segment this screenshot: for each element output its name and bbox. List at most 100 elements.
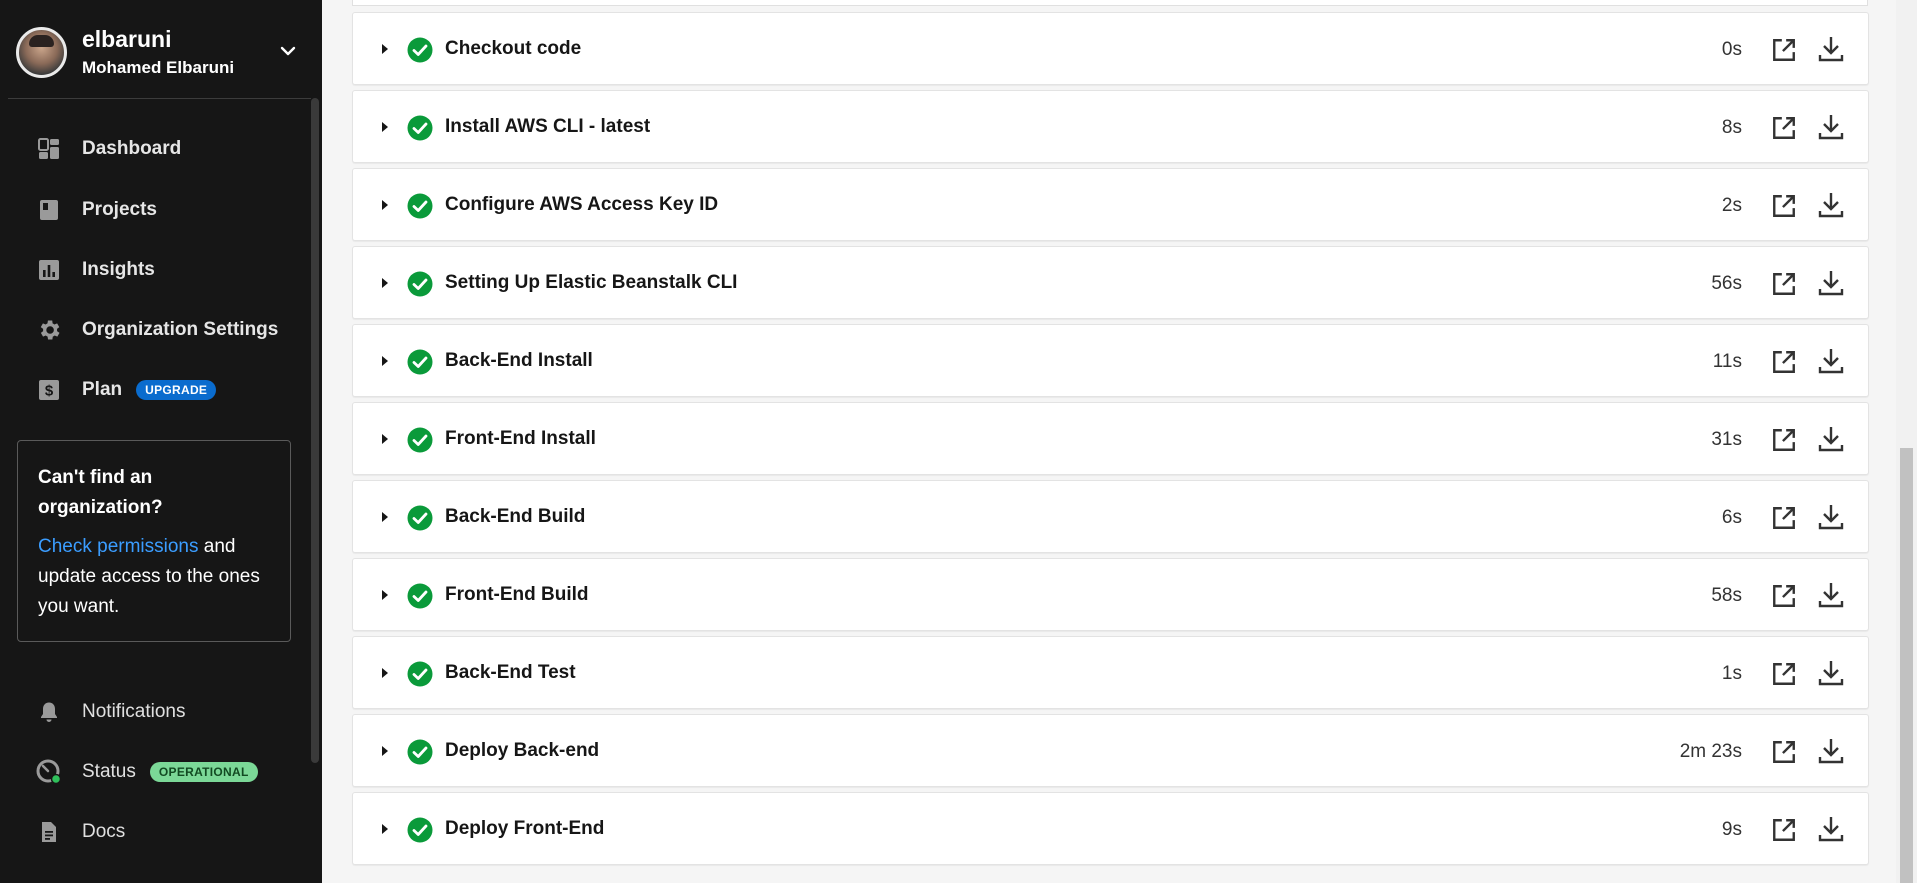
org-help-title: Can't find an organization? xyxy=(38,467,163,518)
download-icon[interactable] xyxy=(1816,736,1846,766)
step-duration: 1s xyxy=(1721,663,1742,684)
success-check-icon xyxy=(407,271,433,297)
caret-right-icon[interactable] xyxy=(380,588,390,602)
step-duration: 6s xyxy=(1721,507,1742,528)
operational-badge: OPERATIONAL xyxy=(149,762,258,782)
download-icon[interactable] xyxy=(1816,34,1846,64)
projects-icon xyxy=(36,197,62,223)
caret-right-icon[interactable] xyxy=(380,276,390,290)
open-in-new-icon[interactable] xyxy=(1771,271,1797,297)
step-name: Front-End Build xyxy=(445,584,589,605)
step-name: Back-End Test xyxy=(445,662,576,683)
step-duration: 31s xyxy=(1711,429,1742,450)
download-icon[interactable] xyxy=(1816,190,1846,220)
caret-right-icon[interactable] xyxy=(380,666,390,680)
step-row[interactable]: Checkout code 0s xyxy=(352,12,1869,85)
dollar-icon: $ xyxy=(36,377,62,403)
step-row[interactable]: Deploy Front-End 9s xyxy=(352,792,1869,865)
open-in-new-icon[interactable] xyxy=(1771,193,1797,219)
avatar xyxy=(16,26,67,78)
sidebar-item-label: Dashboard xyxy=(82,138,182,159)
account-full-name: Mohamed Elbaruni xyxy=(82,58,235,77)
sidebar-item-label: Projects xyxy=(82,199,157,220)
step-row[interactable]: Front-End Install 31s xyxy=(352,402,1869,475)
step-duration: 11s xyxy=(1712,351,1742,372)
sidebar-item-insights[interactable]: Insights xyxy=(36,250,155,290)
step-duration: 58s xyxy=(1711,585,1742,606)
sidebar-item-dashboard[interactable]: Dashboard xyxy=(36,129,181,169)
sidebar-item-projects[interactable]: Projects xyxy=(36,190,157,230)
step-row[interactable]: Setting Up Elastic Beanstalk CLI 56s xyxy=(352,246,1869,319)
step-row[interactable]: Back-End Test 1s xyxy=(352,636,1869,709)
download-icon[interactable] xyxy=(1816,268,1846,298)
download-icon[interactable] xyxy=(1816,346,1846,376)
svg-text:$: $ xyxy=(45,383,54,400)
step-duration: 8s xyxy=(1721,117,1742,138)
caret-right-icon[interactable] xyxy=(380,198,390,212)
sidebar-item-plan[interactable]: $ Plan UPGRADE xyxy=(36,370,217,410)
org-help-box: Can't find an organization? Check permis… xyxy=(17,440,291,642)
caret-right-icon[interactable] xyxy=(380,354,390,368)
step-row[interactable]: Back-End Build 6s xyxy=(352,480,1869,553)
chevron-down-icon[interactable] xyxy=(278,41,298,61)
open-in-new-icon[interactable] xyxy=(1771,505,1797,531)
caret-right-icon[interactable] xyxy=(380,42,390,56)
step-name: Back-End Build xyxy=(445,506,586,527)
step-row[interactable]: Back-End Install 11s xyxy=(352,324,1869,397)
open-in-new-icon[interactable] xyxy=(1771,37,1797,63)
download-icon[interactable] xyxy=(1816,502,1846,532)
download-icon[interactable] xyxy=(1816,814,1846,844)
step-name: Back-End Install xyxy=(445,350,593,371)
open-in-new-icon[interactable] xyxy=(1771,739,1797,765)
open-in-new-icon[interactable] xyxy=(1771,427,1797,453)
step-name: Setting Up Elastic Beanstalk CLI xyxy=(445,272,738,293)
success-check-icon xyxy=(407,817,433,843)
step-name: Front-End Install xyxy=(445,428,596,449)
gear-icon xyxy=(36,317,62,343)
caret-right-icon[interactable] xyxy=(380,510,390,524)
sidebar-item-status[interactable]: Status OPERATIONAL xyxy=(36,752,258,792)
download-icon[interactable] xyxy=(1816,424,1846,454)
step-row[interactable]: Install AWS CLI - latest 8s xyxy=(352,90,1869,163)
account-switcher[interactable]: elbaruni Mohamed Elbaruni xyxy=(16,25,306,79)
bell-icon xyxy=(36,699,62,725)
caret-right-icon[interactable] xyxy=(380,432,390,446)
step-row[interactable]: Deploy Back-end 2m 23s xyxy=(352,714,1869,787)
step-duration: 9s xyxy=(1721,819,1742,840)
caret-right-icon[interactable] xyxy=(380,744,390,758)
step-name: Configure AWS Access Key ID xyxy=(445,194,719,215)
sidebar-item-notifications[interactable]: Notifications xyxy=(36,692,186,732)
upgrade-badge[interactable]: UPGRADE xyxy=(136,380,217,400)
success-check-icon xyxy=(407,193,433,219)
download-icon[interactable] xyxy=(1816,658,1846,688)
download-icon[interactable] xyxy=(1816,580,1846,610)
download-icon[interactable] xyxy=(1816,112,1846,142)
sidebar-item-label: Organization Settings xyxy=(82,319,279,340)
step-duration: 2s xyxy=(1721,195,1742,216)
open-in-new-icon[interactable] xyxy=(1771,115,1797,141)
check-permissions-link[interactable]: Check permissions xyxy=(38,536,199,557)
success-check-icon xyxy=(407,583,433,609)
step-name: Deploy Front-End xyxy=(445,818,605,839)
sidebar-item-organization-settings[interactable]: Organization Settings xyxy=(36,310,278,350)
open-in-new-icon[interactable] xyxy=(1771,583,1797,609)
open-in-new-icon[interactable] xyxy=(1771,349,1797,375)
success-check-icon xyxy=(407,115,433,141)
caret-right-icon[interactable] xyxy=(380,822,390,836)
sidebar-scrollbar[interactable] xyxy=(311,98,319,763)
open-in-new-icon[interactable] xyxy=(1771,661,1797,687)
account-username: elbaruni xyxy=(82,26,172,52)
success-check-icon xyxy=(407,661,433,687)
step-row[interactable]: Front-End Build 58s xyxy=(352,558,1869,631)
open-in-new-icon[interactable] xyxy=(1771,817,1797,843)
status-gauge-icon xyxy=(36,759,62,785)
dashboard-icon xyxy=(36,136,62,162)
step-list: Checkout code 0s Install AWS CLI - latest 8… xyxy=(352,12,1869,870)
step-duration: 56s xyxy=(1711,273,1742,294)
step-row[interactable]: Configure AWS Access Key ID 2s xyxy=(352,168,1869,241)
page-scrollbar-thumb[interactable] xyxy=(1900,448,1913,883)
caret-right-icon[interactable] xyxy=(380,120,390,134)
sidebar-item-label: Docs xyxy=(82,821,126,842)
org-help-text: Check permissions and update access to t… xyxy=(38,532,270,622)
sidebar-item-docs[interactable]: Docs xyxy=(36,812,125,852)
